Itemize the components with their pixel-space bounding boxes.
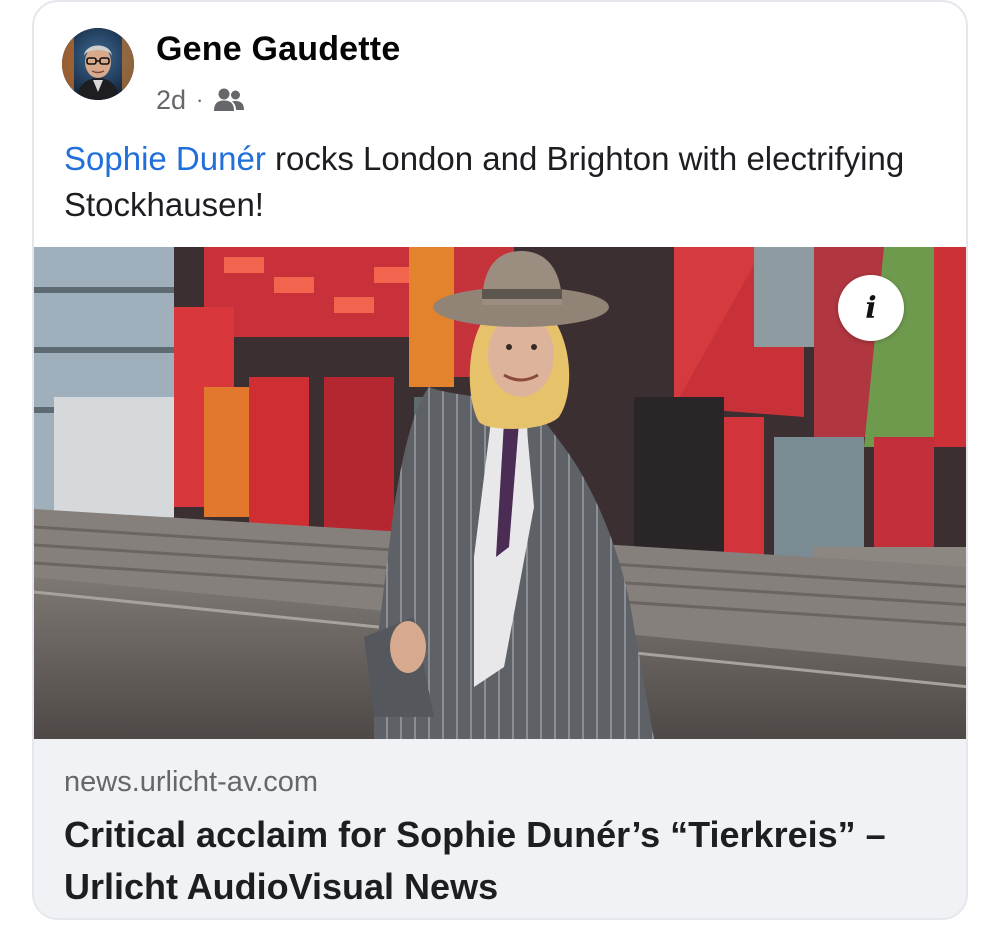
link-preview-footer[interactable]: news.urlicht-av.com Critical acclaim for… xyxy=(34,739,966,918)
photo-illustration xyxy=(34,247,966,739)
info-icon[interactable]: i xyxy=(838,275,904,341)
avatar-image xyxy=(62,28,134,100)
link-preview-image[interactable] xyxy=(34,247,966,739)
mention-link[interactable]: Sophie Dunér xyxy=(64,140,266,177)
author-name[interactable]: Gene Gaudette xyxy=(156,30,400,69)
post-header: Gene Gaudette 2d · xyxy=(34,2,966,122)
friends-icon[interactable] xyxy=(213,87,245,113)
post-body-text: Sophie Dunér rocks London and Brighton w… xyxy=(64,136,944,228)
post-timestamp[interactable]: 2d xyxy=(156,85,186,116)
post-meta: 2d · xyxy=(156,82,245,118)
author-avatar[interactable] xyxy=(62,28,134,100)
meta-separator: · xyxy=(196,87,204,112)
link-domain: news.urlicht-av.com xyxy=(64,766,319,798)
link-title[interactable]: Critical acclaim for Sophie Dunér’s “Tie… xyxy=(64,809,944,913)
post-card: Gene Gaudette 2d · Sophie Dunér rocks Lo… xyxy=(32,0,968,920)
